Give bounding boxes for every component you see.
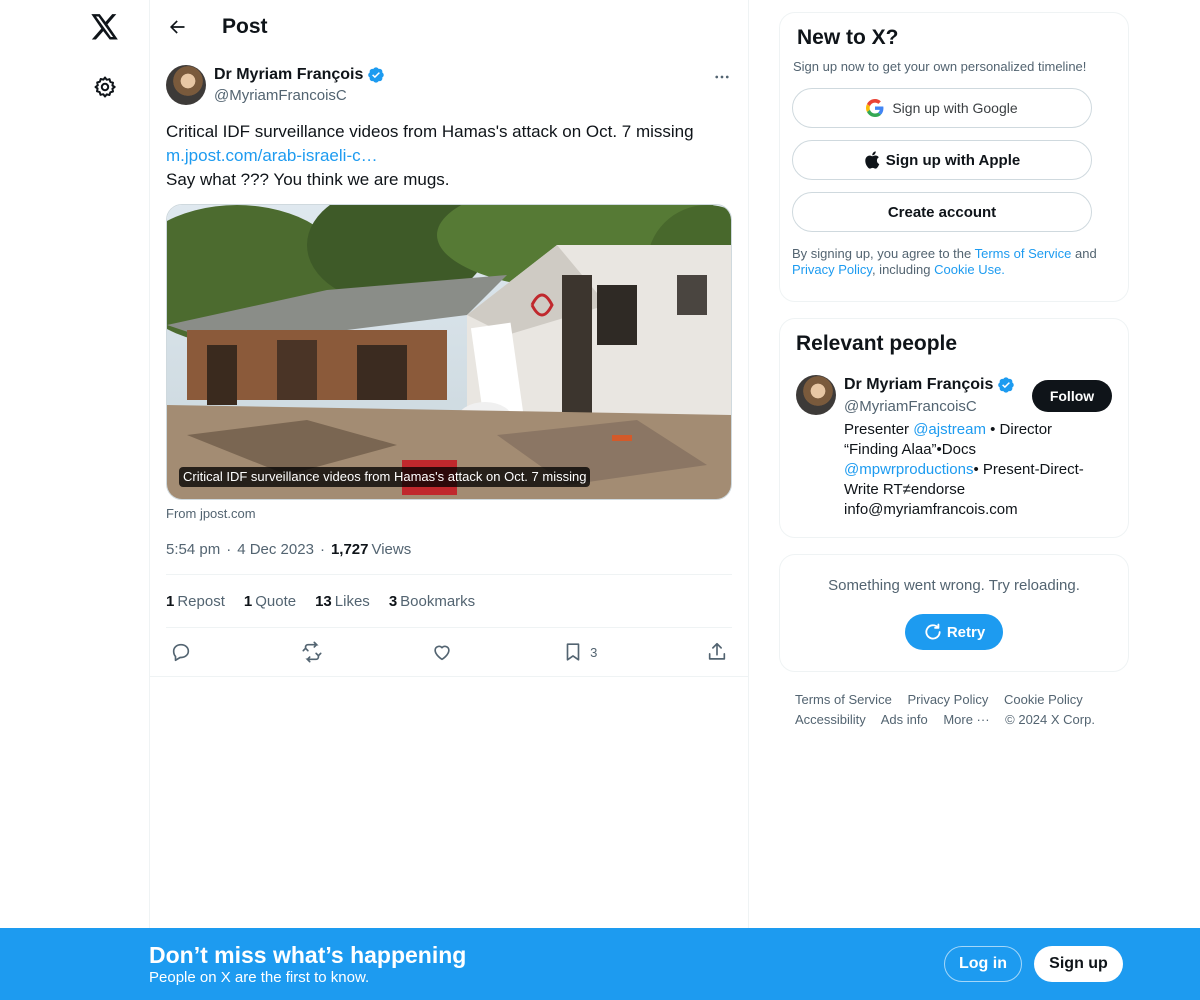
bookmark-count: 3 (590, 644, 598, 660)
apple-logo-icon (865, 151, 880, 169)
relevant-people-card: Relevant people Dr Myriam François @Myri… (779, 318, 1129, 538)
reply-icon (172, 643, 190, 662)
left-nav (0, 0, 150, 1000)
follow-button[interactable]: Follow (1032, 380, 1112, 412)
avatar[interactable] (796, 375, 836, 415)
relevant-people-title: Relevant people (796, 332, 958, 355)
reposts-stat[interactable]: 1 Repost (166, 593, 225, 610)
footer-links: Terms of Service Privacy Policy Cookie P… (795, 690, 1115, 730)
person-row[interactable]: Dr Myriam François @MyriamFrancoisC Pres… (796, 375, 1112, 520)
author-name[interactable]: Dr Myriam François (214, 65, 363, 85)
bookmarks-stat[interactable]: 3 Bookmarks (389, 593, 475, 610)
verified-badge-icon (998, 377, 1015, 393)
bottom-banner: Don’t miss what’s happening People on X … (0, 928, 1200, 1000)
settings-gear-icon[interactable] (90, 72, 120, 102)
signup-terms: By signing up, you agree to the Terms of… (792, 246, 1097, 277)
footer-accessibility-link[interactable]: Accessibility (795, 712, 866, 727)
repost-button[interactable] (301, 641, 323, 663)
signup-subtitle: Sign up now to get your own personalized… (793, 59, 1087, 74)
views-count: 1,727 (330, 541, 369, 558)
footer-more-link[interactable]: More ··· (943, 712, 989, 727)
retry-label: Retry (946, 623, 986, 641)
cookie-link[interactable]: Cookie Use. (934, 262, 1005, 277)
post-meta: 5:54 pm · 4 Dec 2023 · 1,727 Views (166, 541, 732, 575)
main-column: Post Dr Myriam François @MyriamFrancoisC… (149, 0, 749, 1000)
refresh-icon (925, 623, 941, 640)
login-button[interactable]: Log in (944, 946, 1022, 982)
x-logo-icon[interactable] (88, 10, 122, 44)
signup-card: New to X? Sign up now to get your own pe… (779, 12, 1129, 302)
error-message: Something went wrong. Try reloading. (828, 577, 1080, 594)
create-account-button[interactable]: Create account (792, 192, 1092, 232)
media-caption: Critical IDF surveillance videos from Ha… (179, 467, 591, 487)
banner-title: Don’t miss what’s happening (149, 942, 467, 968)
post-link[interactable]: m.jpost.com/arab-israeli-c… (166, 146, 378, 165)
reply-button[interactable] (170, 641, 192, 663)
retry-button[interactable]: Retry (905, 614, 1003, 650)
error-card: Something went wrong. Try reloading. Ret… (779, 554, 1129, 672)
author-info: Dr Myriam François @MyriamFrancoisC (214, 65, 385, 106)
link-source[interactable]: From jpost.com (166, 506, 732, 521)
share-icon (708, 642, 726, 660)
author-name-line: Dr Myriam François (214, 65, 385, 85)
share-button[interactable] (706, 641, 728, 663)
footer-terms-link[interactable]: Terms of Service (795, 692, 892, 707)
post-text: Critical IDF surveillance videos from Ha… (166, 120, 732, 192)
page-title: Post (222, 15, 268, 38)
separator-dot: · (226, 541, 232, 558)
footer-cookie-link[interactable]: Cookie Policy (1004, 692, 1083, 707)
banner-subtitle: People on X are the first to know. (149, 969, 370, 986)
post: Dr Myriam François @MyriamFrancoisC Crit… (150, 65, 748, 676)
likes-stat[interactable]: 13 Likes (315, 593, 370, 610)
separator-dot: · (319, 541, 325, 558)
repost-icon (302, 641, 322, 663)
bio-mention[interactable]: @ajstream (913, 421, 986, 438)
quotes-stat[interactable]: 1 Quote (244, 593, 296, 610)
back-arrow-icon[interactable] (166, 16, 188, 38)
privacy-link[interactable]: Privacy Policy (792, 262, 872, 277)
divider (150, 676, 748, 677)
post-actions: 3 (166, 628, 732, 676)
avatar[interactable] (166, 65, 206, 105)
post-author-row: Dr Myriam François @MyriamFrancoisC (166, 65, 732, 106)
post-time[interactable]: 5:54 pm (166, 541, 220, 558)
person-bio: Presenter @ajstream • Director “Finding … (844, 421, 1084, 518)
post-date[interactable]: 4 Dec 2023 (237, 541, 314, 558)
bookmark-icon (566, 643, 580, 661)
signup-button[interactable]: Sign up (1034, 946, 1123, 982)
post-stats: 1 Repost 1 Quote 13 Likes 3 Bookmarks (166, 575, 732, 628)
destroyed-house-photo (167, 205, 731, 499)
author-handle[interactable]: @MyriamFrancoisC (214, 86, 385, 106)
post-text-line: Say what ??? You think we are mugs. (166, 170, 450, 189)
google-logo-icon (866, 99, 884, 117)
verified-badge-icon (368, 67, 385, 83)
footer-copyright: © 2024 X Corp. (1005, 712, 1095, 727)
bio-mention[interactable]: @mpwrproductions (844, 461, 973, 478)
more-options-icon[interactable] (712, 67, 732, 87)
post-text-line: Critical IDF surveillance videos from Ha… (166, 122, 694, 141)
terms-link[interactable]: Terms of Service (975, 246, 1072, 261)
footer-privacy-link[interactable]: Privacy Policy (907, 692, 988, 707)
top-bar: Post (150, 0, 748, 54)
google-label: Sign up with Google (892, 100, 1018, 116)
person-name[interactable]: Dr Myriam François (844, 375, 993, 395)
link-card-image[interactable]: Critical IDF surveillance videos from Ha… (166, 204, 732, 500)
like-button[interactable] (431, 641, 453, 663)
signup-apple-button[interactable]: Sign up with Apple (792, 140, 1092, 180)
apple-label: Sign up with Apple (885, 151, 1021, 169)
views-label: Views (371, 541, 412, 558)
footer-ads-link[interactable]: Ads info (881, 712, 928, 727)
heart-icon (434, 645, 451, 661)
signup-google-button[interactable]: Sign up with Google (792, 88, 1092, 128)
bookmark-button[interactable]: 3 (562, 641, 597, 663)
signup-title: New to X? (797, 26, 899, 49)
